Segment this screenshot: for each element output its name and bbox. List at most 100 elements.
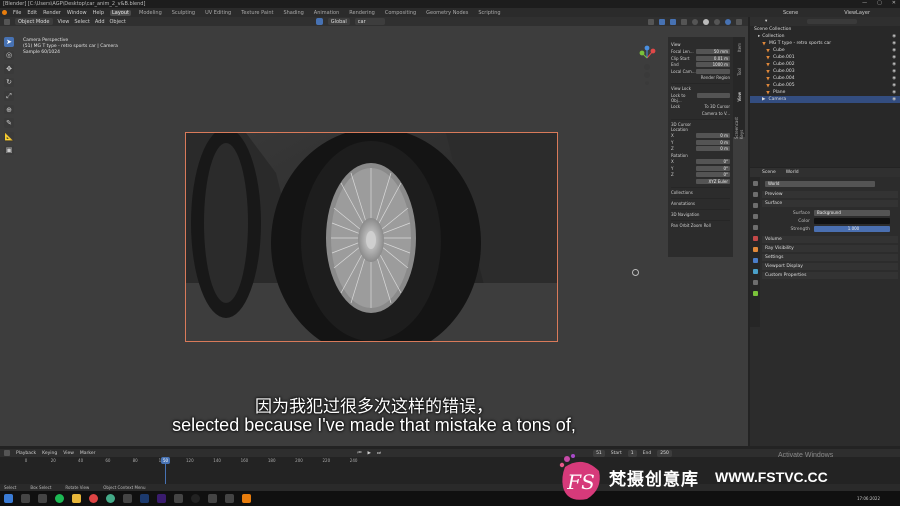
visibility-icon[interactable]: ◉ — [892, 55, 896, 60]
shading-solid-icon[interactable] — [703, 18, 709, 25]
visibility-icon[interactable]: ◉ — [892, 48, 896, 53]
tab-rendering[interactable]: Rendering — [347, 10, 377, 16]
mode-selector[interactable]: Object Mode — [15, 18, 53, 25]
unreal-icon[interactable] — [191, 494, 200, 503]
rotation-mode-select[interactable]: XYZ Euler — [696, 178, 730, 184]
app-icon[interactable] — [225, 494, 234, 503]
visibility-icon[interactable]: ◉ — [892, 76, 896, 81]
menu-view-timeline[interactable]: View — [63, 451, 74, 456]
annotate-tool-icon[interactable]: ✎ — [4, 118, 14, 128]
view-layer-tab-icon[interactable] — [752, 214, 758, 219]
app-icon[interactable] — [208, 494, 217, 503]
scene-selector[interactable]: Scene — [783, 10, 798, 16]
cursor-rot-z-field[interactable]: 0° — [696, 172, 730, 177]
strength-field[interactable]: 1.000 — [814, 226, 890, 232]
outliner-item[interactable]: Cube.004 ◉ — [750, 75, 900, 82]
view-lock-header[interactable]: View Lock — [671, 83, 730, 91]
menu-view[interactable]: View — [58, 19, 70, 25]
tool-tab-icon[interactable] — [752, 181, 758, 186]
photoshop-icon[interactable] — [140, 494, 149, 503]
scene-tab-icon[interactable] — [752, 225, 758, 230]
world-tab-icon[interactable] — [752, 236, 758, 241]
outliner-item[interactable]: Cube ◉ — [750, 47, 900, 54]
rotate-tool-icon[interactable]: ↻ — [4, 77, 14, 88]
surface-field[interactable]: Background — [814, 210, 890, 216]
outliner-item[interactable]: ▶ Camera ◉ — [750, 96, 900, 103]
view-layer-selector[interactable]: ViewLayer — [844, 10, 870, 16]
start-icon[interactable] — [4, 494, 13, 503]
to-3d-cursor-checkbox[interactable]: To 3D Cursor — [704, 104, 730, 109]
timeline-editor-icon[interactable] — [4, 450, 10, 456]
navigation-gizmo[interactable] — [634, 45, 660, 85]
menu-render[interactable]: Render — [43, 10, 61, 16]
tab-sculpting[interactable]: Sculpting — [170, 10, 197, 16]
cursor-rot-y-field[interactable]: 0° — [696, 165, 730, 171]
play-icon[interactable]: ▶ — [368, 451, 371, 456]
pause-render-icon[interactable] — [736, 18, 742, 25]
scale-tool-icon[interactable]: ⤢ — [4, 91, 14, 101]
search-icon[interactable] — [21, 494, 30, 503]
shading-material-icon[interactable] — [714, 18, 720, 25]
outliner-item[interactable]: Scene Collection — [750, 26, 900, 33]
preview-section[interactable]: Preview — [762, 191, 898, 198]
surface-section[interactable]: Surface — [762, 200, 898, 207]
outliner-item[interactable]: Plane ◉ — [750, 89, 900, 96]
tab-modeling[interactable]: Modeling — [137, 10, 164, 16]
render-region-checkbox[interactable]: Render Region — [701, 75, 730, 80]
focal-length-field[interactable]: 50 mm — [696, 49, 730, 54]
outliner-display-mode[interactable]: ▾ — [765, 19, 767, 24]
tab-geometry-nodes[interactable]: Geometry Nodes — [424, 10, 470, 16]
3d-cursor-header[interactable]: 3D Cursor — [671, 118, 730, 127]
shading-rendered-icon[interactable] — [725, 18, 731, 25]
measure-tool-icon[interactable]: 📐 — [4, 131, 14, 142]
visibility-icon[interactable] — [648, 18, 654, 25]
custom-properties-section[interactable]: Custom Properties — [762, 272, 898, 279]
spotify-icon[interactable] — [55, 494, 64, 503]
world-selector[interactable]: World — [762, 180, 898, 188]
cursor-loc-z-field[interactable]: 0 m — [696, 146, 730, 151]
lock-to-object-field[interactable] — [696, 92, 730, 98]
maximize-button[interactable]: ▢ — [877, 0, 882, 6]
color-swatch[interactable] — [814, 218, 890, 224]
viewport-display-section[interactable]: Viewport Display — [762, 263, 898, 270]
blender-logo-icon[interactable] — [2, 10, 7, 15]
visibility-icon[interactable]: ◉ — [892, 97, 896, 102]
local-camera-field[interactable] — [696, 68, 730, 74]
premiere-icon[interactable] — [157, 494, 166, 503]
cursor-rot-x-field[interactable]: 0° — [696, 159, 730, 164]
add-cube-tool-icon[interactable]: ▣ — [4, 145, 14, 156]
shading-wireframe-icon[interactable] — [692, 18, 698, 25]
overlay-icon[interactable] — [670, 18, 676, 25]
object-tab-icon[interactable] — [752, 247, 758, 252]
snap-target-field[interactable]: car — [354, 18, 385, 25]
visibility-icon[interactable]: ◉ — [892, 41, 896, 46]
menu-object[interactable]: Object — [110, 19, 126, 25]
tab-view[interactable]: View — [737, 92, 742, 102]
visibility-icon[interactable]: ◉ — [892, 34, 896, 39]
menu-edit[interactable]: Edit — [27, 10, 37, 16]
3d-navigation-section[interactable]: 3D Navigation — [671, 208, 730, 217]
clip-start-field[interactable]: 0.01 m — [696, 55, 730, 61]
editor-type-icon[interactable] — [4, 18, 10, 25]
task-view-icon[interactable] — [38, 494, 47, 503]
ray-visibility-section[interactable]: Ray Visibility — [762, 245, 898, 252]
breadcrumb-world[interactable]: World — [786, 170, 799, 175]
minimize-button[interactable]: — — [862, 0, 867, 6]
constraints-tab-icon[interactable] — [752, 280, 758, 285]
outliner-item[interactable]: Cube.001 ◉ — [750, 54, 900, 61]
menu-add[interactable]: Add — [95, 19, 105, 25]
camera-to-view-checkbox[interactable]: Camera to V... — [702, 111, 730, 116]
visibility-icon[interactable]: ◉ — [892, 69, 896, 74]
select-tool-icon[interactable]: ➤ — [4, 37, 14, 47]
blender-icon[interactable] — [242, 494, 251, 503]
collections-section[interactable]: Collections — [671, 186, 730, 195]
orientation-selector[interactable]: Global — [327, 18, 350, 25]
render-tab-icon[interactable] — [752, 192, 758, 197]
cursor-loc-x-field[interactable]: 0 m — [696, 133, 730, 138]
menu-help[interactable]: Help — [93, 10, 104, 16]
tab-layout[interactable]: Layout — [110, 9, 131, 16]
close-button[interactable]: ✕ — [892, 0, 896, 6]
xray-icon[interactable] — [681, 18, 687, 25]
breadcrumb-scene[interactable]: Scene — [762, 170, 776, 175]
outliner-item[interactable]: ▸ Collection ◉ — [750, 33, 900, 40]
